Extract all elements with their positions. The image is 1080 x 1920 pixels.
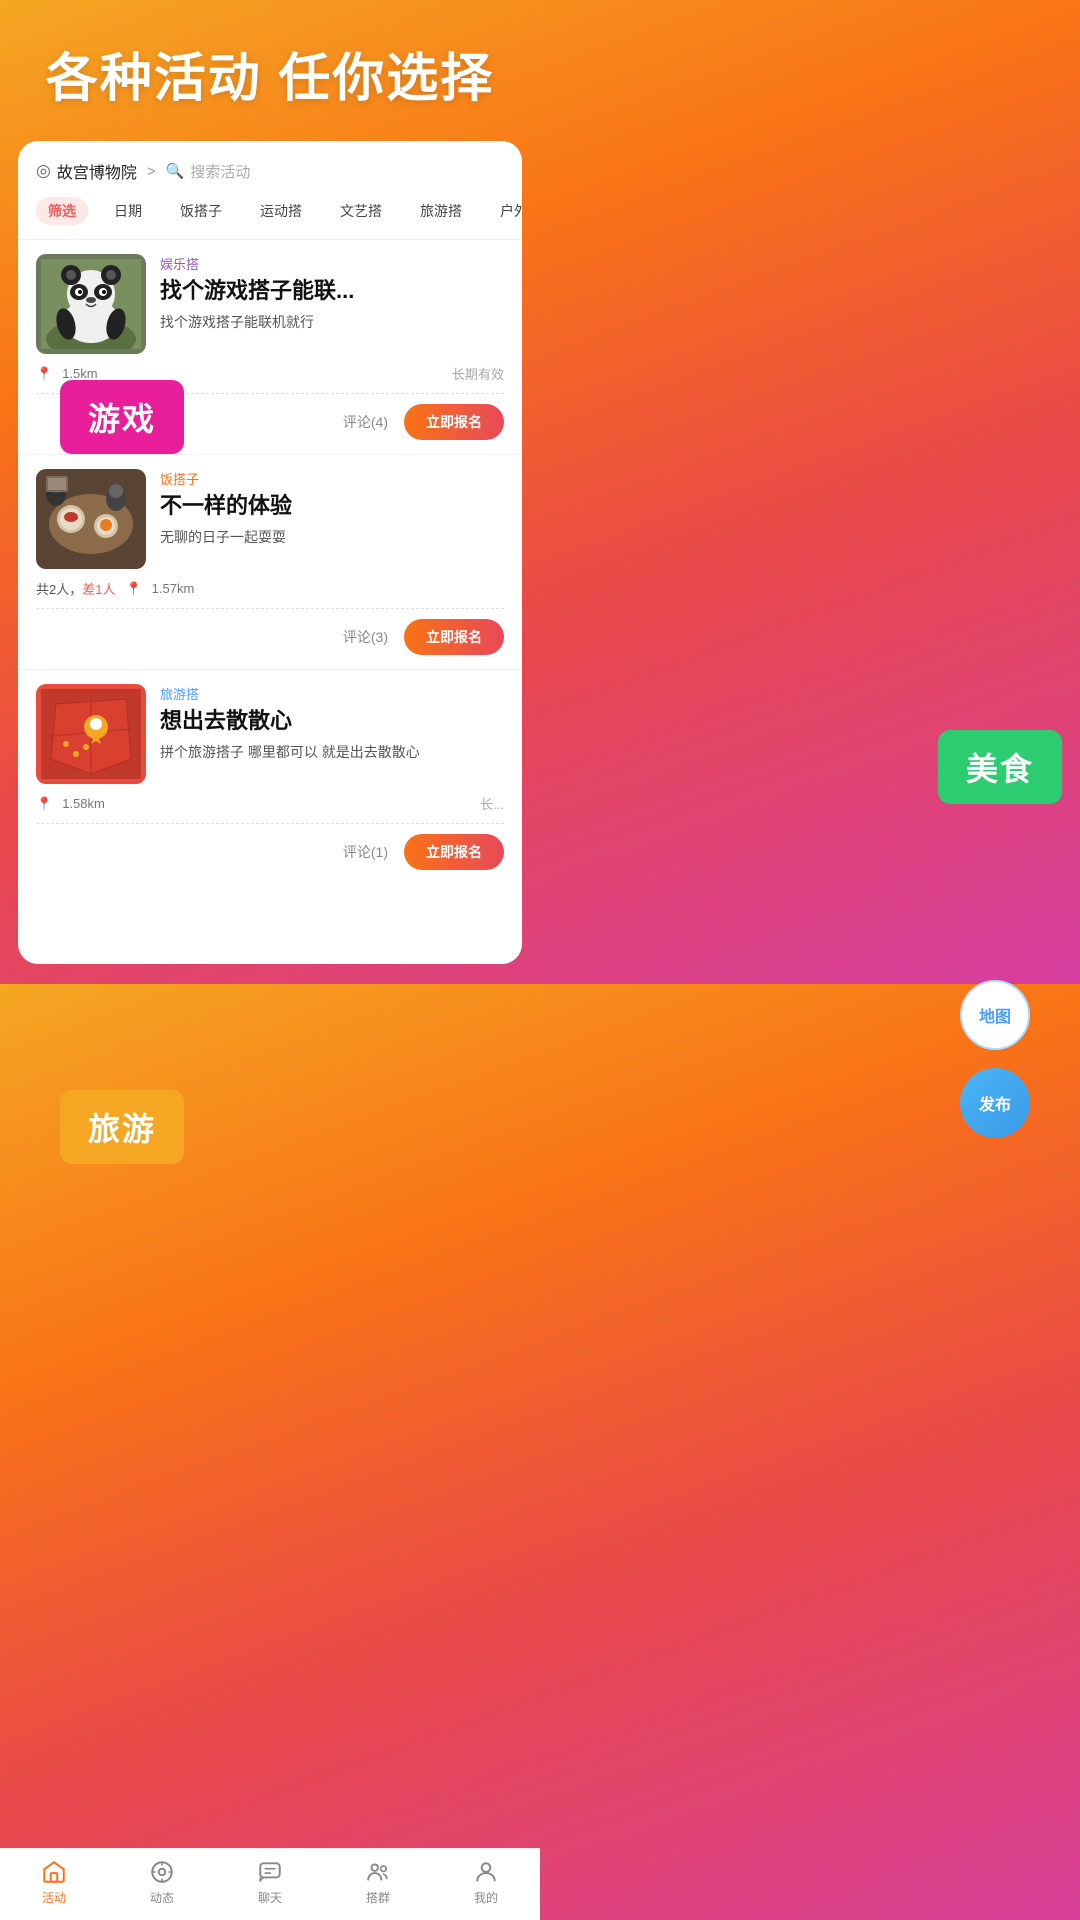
nav-item-dynamic[interactable]: 动态 [149, 1859, 175, 1906]
nav-item-activity[interactable]: 活动 [41, 1859, 67, 1906]
floating-badge-travel: 旅游 [60, 1090, 184, 1164]
pin-icon-3: 📍 [36, 796, 52, 812]
comment-count-3[interactable]: 评论(1) [343, 842, 388, 862]
activity-title-2: 不一样的体验 [160, 492, 504, 521]
page-title: 各种活动 任你选择 [0, 0, 540, 141]
activity-tag-3: 旅游搭 [160, 684, 504, 703]
validity-3: 长... [480, 794, 504, 813]
pin-icon-2: 📍 [125, 581, 141, 597]
comment-count-1[interactable]: 评论(4) [343, 412, 388, 432]
search-input[interactable]: 搜索活动 [190, 161, 250, 182]
bottom-nav: 活动 动态 聊天 搭群 [0, 1848, 540, 1920]
activity-image-1 [36, 254, 146, 354]
floating-badge-game: 游戏 [60, 380, 184, 454]
nav-item-mine[interactable]: 我的 [473, 1859, 499, 1906]
activity-title-3: 想出去散散心 [160, 707, 504, 736]
activity-info-3: 旅游搭 想出去散散心 拼个旅游搭子 哪里都可以 就是出去散散心 [160, 684, 504, 763]
search-row: ◎ 故宫博物院 > 🔍 搜索活动 [18, 159, 522, 197]
chevron-icon: > [147, 163, 156, 180]
distance-1: 1.5km [62, 366, 97, 381]
filter-btn-travel[interactable]: 旅游搭 [408, 197, 474, 225]
activity-item-3: 旅游搭 想出去散散心 拼个旅游搭子 哪里都可以 就是出去散散心 📍 1.58km… [18, 669, 522, 884]
activity-item-2: 饭搭子 不一样的体验 无聊的日子一起耍耍 共2人，差1人 📍 1.57km 评论… [18, 454, 522, 669]
filter-btn-date[interactable]: 日期 [102, 197, 154, 225]
signup-btn-2[interactable]: 立即报名 [404, 619, 504, 655]
activity-info-2: 饭搭子 不一样的体验 无聊的日子一起耍耍 [160, 469, 504, 548]
validity-1: 长期有效 [452, 364, 504, 383]
filter-btn-active[interactable]: 筛选 [36, 197, 88, 225]
activity-desc-1: 找个游戏搭子能联机就行 [160, 312, 504, 333]
distance-2: 1.57km [152, 581, 195, 596]
search-icon: 🔍 [166, 162, 185, 180]
signup-btn-1[interactable]: 立即报名 [404, 404, 504, 440]
nav-label-mine: 我的 [474, 1889, 498, 1906]
people-2: 共2人，差1人 [36, 579, 115, 598]
distance-3: 1.58km [62, 796, 105, 811]
nav-label-dynamic: 动态 [150, 1889, 174, 1906]
filter-row: 筛选 日期 饭搭子 运动搭 文艺搭 旅游搭 户外搭 [18, 197, 522, 239]
comment-count-2[interactable]: 评论(3) [343, 627, 388, 647]
activity-desc-3: 拼个旅游搭子 哪里都可以 就是出去散散心 [160, 742, 504, 763]
activity-tag-1: 娱乐搭 [160, 254, 504, 273]
nav-label-chat: 聊天 [258, 1889, 282, 1906]
filter-btn-outdoor[interactable]: 户外搭 [488, 197, 522, 225]
filter-btn-sport[interactable]: 运动搭 [248, 197, 314, 225]
filter-btn-food[interactable]: 饭搭子 [168, 197, 234, 225]
floating-badge-food: 美食 [938, 730, 1062, 804]
nav-label-activity: 活动 [42, 1889, 66, 1906]
activity-action-3: 评论(1) 立即报名 [36, 823, 504, 870]
pin-icon-1: 📍 [36, 366, 52, 382]
location-text[interactable]: 故宫博物院 [57, 159, 137, 183]
activity-meta-2: 共2人，差1人 📍 1.57km [36, 579, 504, 598]
activity-image-2 [36, 469, 146, 569]
activity-desc-2: 无聊的日子一起耍耍 [160, 527, 504, 548]
activity-image-3 [36, 684, 146, 784]
location-icon: ◎ [36, 161, 51, 181]
activity-meta-3: 📍 1.58km 长... [36, 794, 504, 813]
activity-info-1: 娱乐搭 找个游戏搭子能联... 找个游戏搭子能联机就行 [160, 254, 504, 333]
map-button[interactable]: 地图 [960, 980, 1030, 1050]
filter-btn-art[interactable]: 文艺搭 [328, 197, 394, 225]
nav-item-group[interactable]: 搭群 [365, 1859, 391, 1906]
activity-action-2: 评论(3) 立即报名 [36, 608, 504, 655]
nav-item-chat[interactable]: 聊天 [257, 1859, 283, 1906]
activity-title-1: 找个游戏搭子能联... [160, 277, 504, 306]
signup-btn-3[interactable]: 立即报名 [404, 834, 504, 870]
nav-label-group: 搭群 [366, 1889, 390, 1906]
activity-tag-2: 饭搭子 [160, 469, 504, 488]
publish-button[interactable]: 发布 [960, 1068, 1030, 1138]
main-card: ◎ 故宫博物院 > 🔍 搜索活动 筛选 日期 饭搭子 运动搭 文艺搭 旅游搭 户… [18, 141, 522, 964]
